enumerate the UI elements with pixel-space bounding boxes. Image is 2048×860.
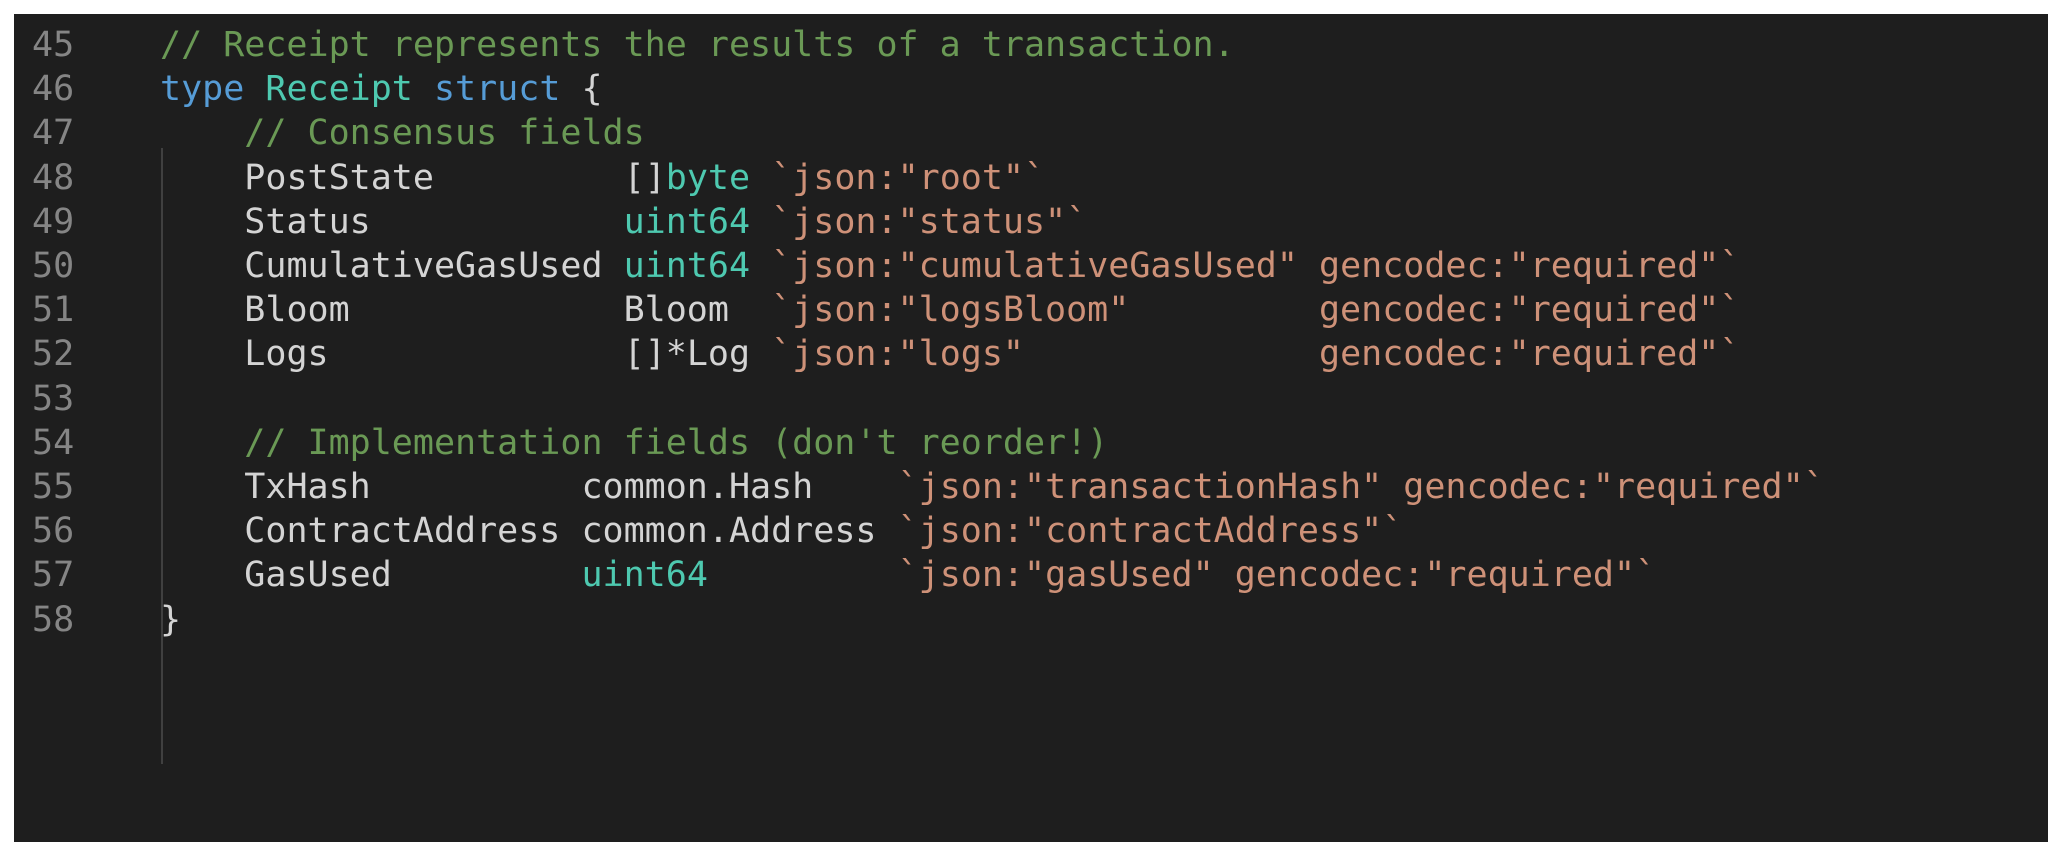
code-line[interactable]: 58}: [14, 591, 2048, 649]
line-number: 58: [32, 599, 75, 640]
code-editor[interactable]: 45// Receipt represents the results of a…: [14, 14, 2048, 842]
code-text[interactable]: }: [160, 591, 181, 649]
